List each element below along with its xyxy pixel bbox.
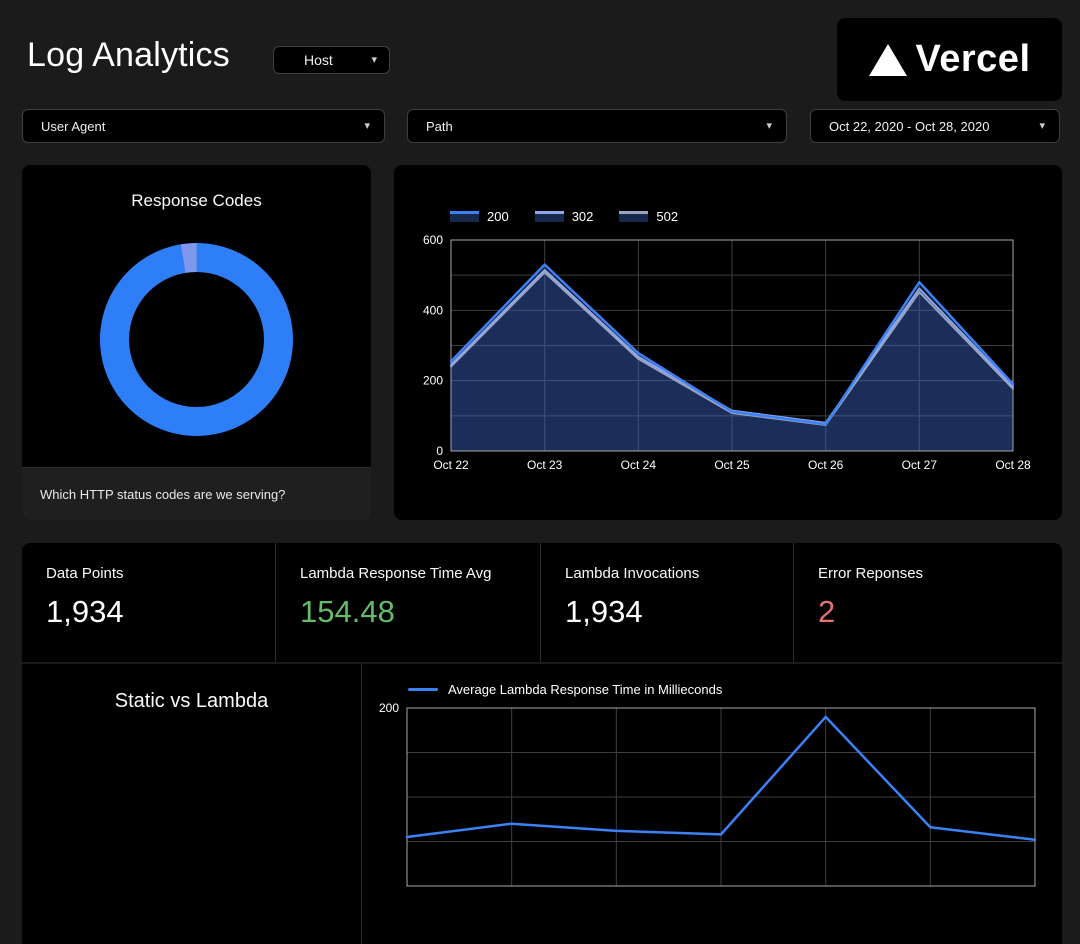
- svg-text:400: 400: [423, 303, 443, 317]
- user-agent-filter-label: User Agent: [41, 119, 105, 134]
- svg-text:Oct 27: Oct 27: [902, 458, 938, 472]
- stats-row: Data Points 1,934 Lambda Response Time A…: [22, 543, 1062, 662]
- response-codes-caption: Which HTTP status codes are we serving?: [22, 467, 371, 520]
- chevron-down-icon: ▾: [1039, 121, 1045, 132]
- svg-text:Oct 28: Oct 28: [995, 458, 1031, 472]
- legend-item-302[interactable]: 302: [535, 209, 594, 224]
- lambda-response-time-card: Average Lambda Response Time in Millieco…: [362, 664, 1062, 944]
- response-codes-timeseries-card: 200 302 502 600 400 200 0Oct 22 Oct 23 Oct 24…: [394, 165, 1062, 520]
- static-vs-lambda-card: Static vs Lambda: [22, 664, 362, 944]
- vercel-logo: Vercel: [837, 18, 1062, 101]
- date-range-label: Oct 22, 2020 - Oct 28, 2020: [829, 119, 989, 134]
- donut-hole: [129, 272, 264, 407]
- vercel-triangle-icon: [869, 44, 907, 76]
- legend-swatch-502: [619, 211, 648, 222]
- legend-item-200[interactable]: 200: [450, 209, 509, 224]
- legend-swatch-302: [535, 211, 564, 222]
- user-agent-filter-dropdown[interactable]: User Agent ▾: [22, 109, 385, 143]
- svg-text:0: 0: [436, 444, 443, 458]
- chevron-down-icon: ▾: [364, 121, 370, 132]
- legend-label-302: 302: [572, 209, 594, 224]
- svg-text:Oct 24: Oct 24: [621, 458, 657, 472]
- stat-value: 1,934: [46, 594, 275, 630]
- stat-error-responses: Error Reponses 2: [793, 543, 1062, 662]
- stat-value: 1,934: [565, 594, 793, 630]
- svg-text:Oct 25: Oct 25: [714, 458, 750, 472]
- response-codes-title: Response Codes: [22, 191, 371, 211]
- stat-data-points: Data Points 1,934: [22, 543, 275, 662]
- stat-label: Error Reponses: [818, 565, 1062, 582]
- svg-text:Oct 23: Oct 23: [527, 458, 563, 472]
- svg-text:200: 200: [379, 701, 399, 715]
- caption-text: Which HTTP status codes are we serving?: [40, 487, 285, 502]
- vercel-wordmark: Vercel: [916, 38, 1031, 81]
- chevron-down-icon: ▾: [371, 55, 377, 66]
- legend-label-200: 200: [487, 209, 509, 224]
- stat-lambda-invocations: Lambda Invocations 1,934: [540, 543, 793, 662]
- date-range-dropdown[interactable]: Oct 22, 2020 - Oct 28, 2020 ▾: [810, 109, 1060, 143]
- stat-value: 2: [818, 594, 1062, 630]
- legend-swatch-200: [450, 211, 479, 222]
- svg-text:Oct 22: Oct 22: [433, 458, 469, 472]
- chevron-down-icon: ▾: [766, 121, 772, 132]
- stat-label: Data Points: [46, 565, 275, 582]
- stat-value: 154.48: [300, 594, 540, 630]
- path-filter-dropdown[interactable]: Path ▾: [407, 109, 787, 143]
- host-dropdown[interactable]: Host ▾: [273, 46, 390, 74]
- legend-item-502[interactable]: 502: [619, 209, 678, 224]
- static-vs-lambda-title: Static vs Lambda: [115, 690, 268, 712]
- svg-text:200: 200: [423, 374, 443, 388]
- stat-label: Lambda Invocations: [565, 565, 793, 582]
- stat-label: Lambda Response Time Avg: [300, 565, 540, 582]
- svg-text:Oct 26: Oct 26: [808, 458, 844, 472]
- lambda-response-time-chart[interactable]: 200: [362, 664, 1062, 904]
- path-filter-label: Path: [426, 119, 453, 134]
- bottom-row: Static vs Lambda Average Lambda Response…: [22, 664, 1062, 944]
- stat-lambda-response-time-avg: Lambda Response Time Avg 154.48: [275, 543, 540, 662]
- legend-label-502: 502: [656, 209, 678, 224]
- response-codes-card: Response Codes Which HTTP status codes a…: [22, 165, 371, 520]
- host-dropdown-label: Host: [304, 52, 333, 68]
- page-title: Log Analytics: [27, 36, 230, 75]
- svg-text:600: 600: [423, 233, 443, 247]
- chart-legend: 200 302 502: [450, 209, 678, 224]
